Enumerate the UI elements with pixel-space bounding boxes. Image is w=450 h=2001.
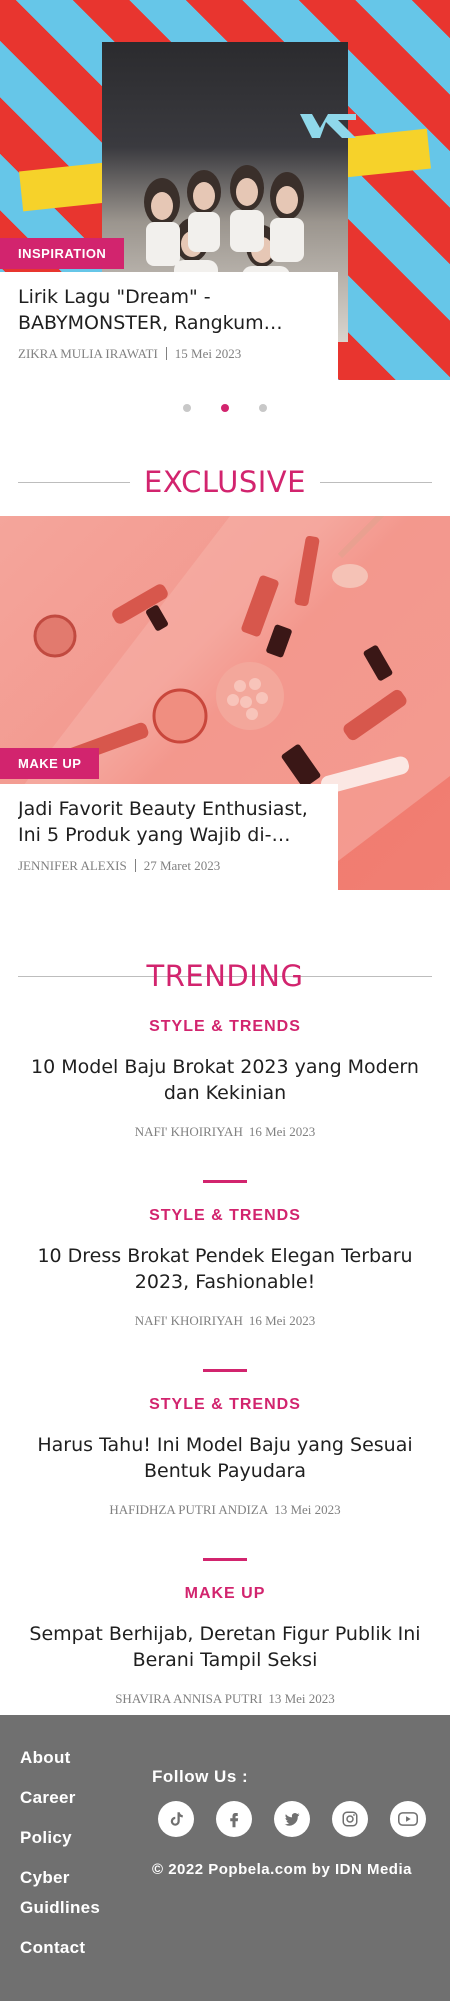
trending-item-category[interactable]: STYLE & TRENDS	[24, 1207, 426, 1225]
hero-carousel[interactable]: INSPIRATION Lirik Lagu "Dream" - BABYMON…	[0, 0, 450, 380]
trending-item-author[interactable]: SHAVIRA ANNISA PUTRI	[115, 1691, 262, 1706]
copyright-text: © 2022 Popbela.com by IDN Media	[152, 1861, 412, 1878]
hero-article-card[interactable]: Lirik Lagu "Dream" - BABYMONSTER, Rangku…	[0, 272, 338, 380]
trending-item-category[interactable]: MAKE UP	[24, 1585, 426, 1603]
hero-author[interactable]: ZIKRA MULIA IRAWATI	[18, 346, 158, 361]
footer-link-career[interactable]: Career	[20, 1783, 140, 1813]
youtube-icon[interactable]	[390, 1801, 426, 1837]
trending-item[interactable]: STYLE & TRENDS Harus Tahu! Ini Model Baj…	[24, 1372, 426, 1561]
footer-link-policy[interactable]: Policy	[20, 1823, 140, 1853]
trending-item-title[interactable]: 10 Dress Brokat Pendek Elegan Terbaru 20…	[24, 1243, 426, 1295]
exclusive-title: EXCLUSIVE	[130, 452, 320, 512]
trending-item-title[interactable]: Sempat Berhijab, Deretan Figur Publik In…	[24, 1621, 426, 1673]
exclusive-article-card[interactable]: Jadi Favorit Beauty Enthusiast, Ini 5 Pr…	[0, 784, 338, 890]
trending-item-author[interactable]: HAFIDHZA PUTRI ANDIZA	[109, 1502, 268, 1517]
meta-separator	[134, 859, 136, 872]
hero-category-badge[interactable]: INSPIRATION	[0, 238, 125, 269]
trending-item[interactable]: MAKE UP Sempat Berhijab, Deretan Figur P…	[24, 1561, 426, 1707]
trending-item-meta: SHAVIRA ANNISA PUTRI 13 Mei 2023	[24, 1691, 426, 1707]
trending-item-date: 13 Mei 2023	[274, 1502, 341, 1517]
meta-separator	[165, 347, 167, 360]
trending-heading: TRENDING	[0, 946, 450, 1006]
exclusive-article[interactable]: MAKE UP Jadi Favorit Beauty Enthusiast, …	[0, 516, 450, 890]
carousel-dot[interactable]	[183, 404, 191, 412]
exclusive-author[interactable]: JENNIFER ALEXIS	[18, 858, 127, 873]
trending-item-meta: NAFI' KHOIRIYAH 16 Mei 2023	[24, 1124, 426, 1140]
social-links	[158, 1801, 426, 1837]
hero-article-title[interactable]: Lirik Lagu "Dream" - BABYMONSTER, Rangku…	[18, 284, 320, 336]
tiktok-icon[interactable]	[158, 1801, 194, 1837]
instagram-icon[interactable]	[332, 1801, 368, 1837]
exclusive-article-meta: JENNIFER ALEXIS 27 Maret 2023	[18, 858, 320, 874]
facebook-icon[interactable]	[216, 1801, 252, 1837]
trending-item[interactable]: STYLE & TRENDS 10 Dress Brokat Pendek El…	[24, 1183, 426, 1372]
carousel-dots	[0, 380, 450, 452]
trending-item-date: 16 Mei 2023	[248, 1313, 316, 1328]
trending-list: STYLE & TRENDS 10 Model Baju Brokat 2023…	[0, 1006, 450, 1707]
footer-link-about[interactable]: About	[20, 1743, 140, 1773]
carousel-dot-active[interactable]	[221, 404, 229, 412]
trending-item-author[interactable]: NAFI' KHOIRIYAH	[135, 1124, 243, 1139]
site-footer: About Career Policy Cyber Guidlines Cont…	[0, 1715, 450, 2001]
trending-item-title[interactable]: Harus Tahu! Ini Model Baju yang Sesuai B…	[24, 1432, 426, 1484]
trending-item-meta: NAFI' KHOIRIYAH 16 Mei 2023	[24, 1313, 426, 1329]
trending-item-author[interactable]: NAFI' KHOIRIYAH	[135, 1313, 243, 1328]
footer-link-cyber-guidlines[interactable]: Cyber Guidlines	[20, 1863, 140, 1923]
footer-link-contact[interactable]: Contact	[20, 1933, 140, 1963]
page: INSPIRATION Lirik Lagu "Dream" - BABYMON…	[0, 0, 450, 2001]
hero-date: 15 Mei 2023	[174, 346, 242, 361]
exclusive-article-title[interactable]: Jadi Favorit Beauty Enthusiast, Ini 5 Pr…	[18, 796, 320, 848]
twitter-icon[interactable]	[274, 1801, 310, 1837]
trending-item[interactable]: STYLE & TRENDS 10 Model Baju Brokat 2023…	[24, 1006, 426, 1183]
hero-article-meta: ZIKRA MULIA IRAWATI 15 Mei 2023	[18, 346, 320, 362]
trending-item-category[interactable]: STYLE & TRENDS	[24, 1396, 426, 1414]
exclusive-heading: EXCLUSIVE	[0, 452, 450, 512]
trending-item-category[interactable]: STYLE & TRENDS	[24, 1018, 426, 1036]
trending-title: TRENDING	[146, 959, 304, 993]
trending-item-title[interactable]: 10 Model Baju Brokat 2023 yang Modern da…	[24, 1054, 426, 1106]
footer-nav: About Career Policy Cyber Guidlines Cont…	[20, 1743, 140, 1973]
trending-section: TRENDING STYLE & TRENDS 10 Model Baju Br…	[0, 890, 450, 1707]
trending-item-date: 16 Mei 2023	[248, 1124, 316, 1139]
exclusive-date: 27 Maret 2023	[143, 858, 221, 873]
follow-us-label: Follow Us :	[152, 1767, 249, 1786]
trending-item-meta: HAFIDHZA PUTRI ANDIZA 13 Mei 2023	[24, 1502, 426, 1518]
yg-logo-icon	[300, 114, 356, 138]
trending-item-date: 13 Mei 2023	[268, 1691, 335, 1706]
exclusive-category-badge[interactable]: MAKE UP	[0, 748, 100, 779]
carousel-dot[interactable]	[259, 404, 267, 412]
